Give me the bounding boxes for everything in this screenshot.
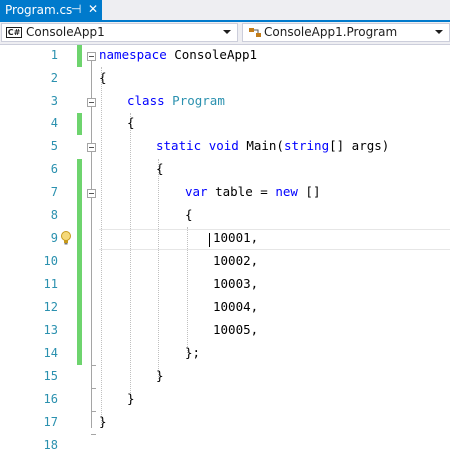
line-number: 3 xyxy=(50,94,58,108)
code-text: [] args) xyxy=(329,138,390,153)
line-number: 14 xyxy=(43,346,58,360)
line-number: 5 xyxy=(50,139,58,153)
code-text: } xyxy=(99,414,107,429)
code-line-11[interactable]: 10003, xyxy=(213,276,258,291)
close-tab-icon[interactable]: ✕ xyxy=(88,2,98,16)
code-line-12[interactable]: 10004, xyxy=(213,299,258,314)
tab-title: Program.cs xyxy=(5,3,73,17)
indent-guide xyxy=(130,113,131,403)
lightbulb-icon[interactable] xyxy=(59,230,73,246)
code-line-8[interactable]: { xyxy=(185,207,193,222)
class-icon xyxy=(249,28,261,37)
code-line-4[interactable]: { xyxy=(127,115,135,130)
collapse-namespace-icon[interactable] xyxy=(87,52,96,61)
type-name: Program xyxy=(172,93,225,108)
change-marker xyxy=(77,45,82,67)
outline-end xyxy=(91,411,96,412)
indent-guide xyxy=(158,159,159,379)
code-line-15[interactable]: } xyxy=(156,368,164,383)
outline-end xyxy=(91,434,96,435)
keyword: namespace xyxy=(99,47,167,62)
code-text: 10005, xyxy=(213,322,259,337)
member-dropdown[interactable]: ConsoleApp1.Program xyxy=(242,23,450,42)
outline-end xyxy=(91,388,96,389)
code-line-6[interactable]: { xyxy=(156,161,164,176)
current-line-highlight xyxy=(99,229,450,250)
code-text: [] xyxy=(297,184,321,199)
code-text: table = xyxy=(207,184,276,199)
pin-tab-icon[interactable]: ⊣ xyxy=(71,2,81,16)
line-number: 13 xyxy=(43,323,58,337)
code-line-14[interactable]: }; xyxy=(185,345,200,360)
code-editor[interactable]: 1 2 3 4 5 6 7 8 9 10 11 12 13 14 15 16 1… xyxy=(0,45,450,452)
collapse-class-icon[interactable] xyxy=(87,98,96,107)
line-number: 4 xyxy=(50,116,58,130)
code-line-17[interactable]: } xyxy=(99,414,107,429)
line-number: 7 xyxy=(50,185,58,199)
outline-line xyxy=(91,61,92,428)
line-number: 8 xyxy=(50,208,58,222)
chevron-down-icon xyxy=(435,30,443,34)
code-line-5[interactable]: static void Main(string[] args) xyxy=(156,138,389,153)
code-text: { xyxy=(156,161,164,176)
csharp-project-icon: C# xyxy=(6,27,22,38)
project-name: ConsoleApp1 xyxy=(26,25,105,39)
code-text: { xyxy=(99,70,107,85)
line-number: 11 xyxy=(43,277,58,291)
code-line-2[interactable]: { xyxy=(99,70,107,85)
line-number: 17 xyxy=(43,415,58,429)
code-text: 10002, xyxy=(213,253,259,268)
code-text: { xyxy=(127,115,135,130)
keyword: class xyxy=(127,93,165,108)
code-line-13[interactable]: 10005, xyxy=(213,322,258,337)
navigation-bar: C# ConsoleApp1 ConsoleApp1.Program xyxy=(0,22,450,45)
code-text: 10003, xyxy=(213,276,259,291)
change-marker xyxy=(77,113,82,135)
keyword: new xyxy=(275,184,298,199)
code-text: Main( xyxy=(238,138,284,153)
code-line-16[interactable]: } xyxy=(127,391,135,406)
project-dropdown[interactable]: C# ConsoleApp1 xyxy=(1,23,238,42)
code-line-1[interactable]: namespace ConsoleApp1 xyxy=(99,47,257,62)
code-text: { xyxy=(185,207,193,222)
line-number: 12 xyxy=(43,300,58,314)
text-caret xyxy=(209,233,210,247)
outline-end xyxy=(91,365,96,366)
code-text: 10001, xyxy=(213,230,259,245)
keyword: void xyxy=(208,138,239,153)
line-number: 6 xyxy=(50,162,58,176)
code-line-7[interactable]: var table = new [] xyxy=(185,184,320,199)
change-marker xyxy=(77,159,82,365)
line-number: 16 xyxy=(43,392,58,406)
tab-program-cs[interactable]: Program.cs ⊣ ✕ xyxy=(0,0,102,22)
line-number: 2 xyxy=(50,71,58,85)
document-tab-strip: Program.cs ⊣ ✕ xyxy=(0,0,450,22)
line-number: 10 xyxy=(43,254,58,268)
code-text: 10004, xyxy=(213,299,259,314)
chevron-down-icon xyxy=(223,30,231,34)
collapse-array-icon[interactable] xyxy=(87,189,96,198)
keyword: string xyxy=(283,138,330,153)
code-line-10[interactable]: 10002, xyxy=(213,253,258,268)
line-number: 9 xyxy=(50,231,58,245)
code-text: } xyxy=(156,368,164,383)
code-text: } xyxy=(127,391,135,406)
code-line-3[interactable]: class Program xyxy=(127,93,225,108)
collapse-method-icon[interactable] xyxy=(87,143,96,152)
line-number: 1 xyxy=(50,48,58,62)
code-text: ConsoleApp1 xyxy=(166,47,258,62)
line-number: 15 xyxy=(43,369,58,383)
member-name: ConsoleApp1.Program xyxy=(264,25,398,39)
keyword: static xyxy=(156,138,202,153)
code-line-9[interactable]: 10001, xyxy=(213,230,258,245)
code-text: }; xyxy=(185,345,201,360)
keyword: var xyxy=(185,184,208,199)
